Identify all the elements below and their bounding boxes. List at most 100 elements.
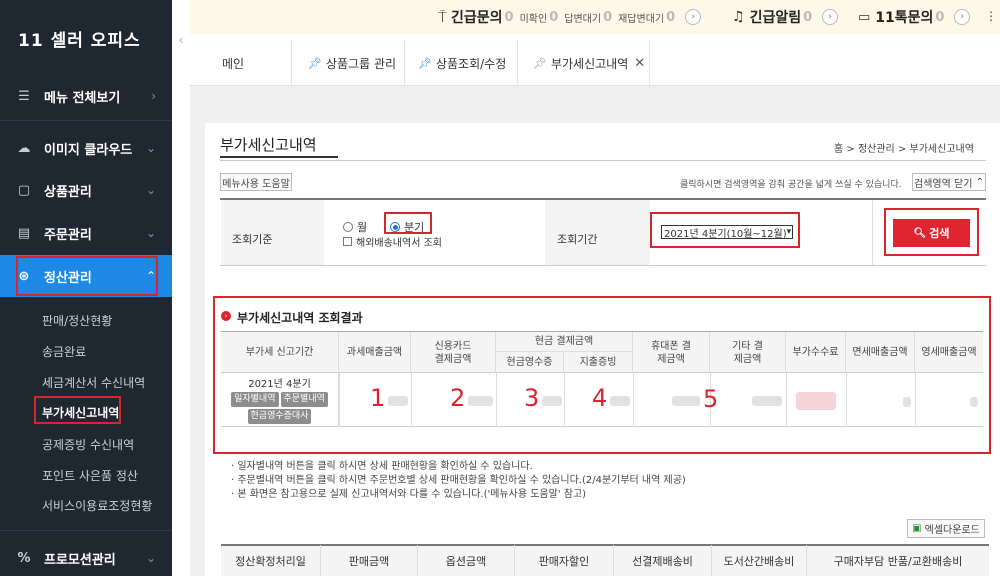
note-line: · 본 화면은 참고용으로 실제 신고내역서와 다를 수 있습니다.('메뉴사용…	[231, 489, 587, 500]
sidebar-item-orders[interactable]: ▤ 주문관리 ⌄	[0, 213, 172, 253]
breadcrumb: 홈 > 정산관리 > 부가세신고내역	[834, 144, 974, 155]
row-period: 2021년 4분기	[248, 379, 311, 390]
order-detail-button[interactable]: 주문별내역	[280, 392, 328, 407]
collapse-search-label: 검색영역 닫기	[914, 178, 973, 190]
redacted-value	[796, 392, 836, 410]
submenu-remittance[interactable]: 송금완료	[42, 343, 86, 360]
submenu-point-gift[interactable]: 포인트 사은품 정산	[42, 467, 138, 484]
reanswer-label: 재답변대기	[618, 13, 665, 25]
submenu-sales-status[interactable]: 판매/정산현황	[42, 312, 112, 329]
top-bar: ⍑ 긴급문의 0 미확인 0 답변대기 0 재답변대기 0 › ♫ 긴급알림 0…	[190, 0, 1000, 34]
chevron-right-icon: ›	[151, 89, 156, 103]
chevron-down-icon: ⌄	[145, 226, 156, 240]
highlight-box	[34, 396, 121, 424]
breadcrumb-current: 부가세신고내역	[909, 144, 974, 155]
sidebar-collapse-button[interactable]: ‹	[172, 0, 190, 80]
urgent-alert-group[interactable]: ♫ 긴급알림 0 ›	[732, 0, 839, 34]
list-icon: ▤	[17, 225, 31, 241]
overseas-label: 해외배송내역서 조회	[356, 238, 442, 249]
unconfirmed-label: 미확인	[519, 13, 548, 25]
divider	[564, 373, 565, 427]
help-button[interactable]: 메뉴사용 도움말	[220, 173, 292, 191]
more-icon[interactable]: ⋮	[985, 9, 997, 23]
highlight-box	[650, 212, 800, 248]
submenu-tax-invoice[interactable]: 세금계산서 수신내역	[42, 374, 145, 391]
cloud-icon: ☁	[17, 140, 31, 156]
annotation-4: 4	[592, 384, 608, 412]
redacted-value	[672, 396, 700, 406]
bell-icon: ♫	[732, 9, 745, 25]
chevron-right-icon[interactable]: ›	[685, 9, 702, 25]
submenu-deduction[interactable]: 공제증빙 수신내역	[42, 436, 134, 453]
header-mobile: 휴대폰 결제금액	[633, 332, 710, 373]
menu-all-button[interactable]: ☰ 메뉴 전체보기 ›	[0, 76, 172, 116]
pin-icon: 📌︎	[308, 56, 322, 70]
daily-detail-button[interactable]: 일자별내역	[231, 392, 279, 407]
chevron-left-icon: ‹	[178, 33, 184, 47]
header-confirm-date: 정산확정처리일	[221, 545, 321, 576]
pin-icon: 📌︎	[418, 56, 432, 70]
annotation-1: 1	[370, 384, 386, 412]
radio-month[interactable]: 월	[343, 219, 367, 235]
tab-label: 메인	[222, 56, 245, 71]
hamburger-icon: ☰	[18, 88, 30, 104]
header-vat-fee: 부가수수료	[786, 332, 846, 373]
chevron-right-icon[interactable]: ›	[822, 9, 839, 25]
megaphone-icon: ⍑	[438, 8, 448, 26]
overseas-checkbox[interactable]: 해외배송내역서 조회	[343, 234, 442, 249]
tab-vat-report[interactable]: 📌︎ 부가세신고내역 ✕	[533, 40, 645, 86]
header-cash: 현금 결제금액	[496, 332, 633, 352]
sidebar-item-image-cloud[interactable]: ☁ 이미지 클라우드 ⌄	[0, 128, 172, 168]
excel-icon: ▣	[912, 523, 922, 534]
divider	[786, 373, 787, 427]
redacted-value	[610, 396, 630, 406]
sidebar-item-label: 상품관리	[44, 184, 92, 200]
divider	[915, 373, 916, 427]
divider	[872, 200, 873, 265]
tab-product-search[interactable]: 📌︎ 상품조회/수정	[418, 40, 506, 86]
talk-group[interactable]: ▭ 11톡문의 0 ›	[858, 0, 971, 34]
talk-count: 0	[935, 9, 945, 25]
excel-download-label: 엑셀다운로드	[924, 525, 980, 536]
breadcrumb-settlement[interactable]: 정산관리	[858, 144, 895, 155]
radio-icon	[343, 222, 353, 232]
urgent-inquiry-group[interactable]: ⍑ 긴급문의 0 미확인 0 답변대기 0 재답변대기 0 ›	[438, 0, 702, 34]
unconfirmed-count: 0	[549, 9, 559, 25]
redacted-value	[903, 397, 911, 407]
menu-all-label: 메뉴 전체보기	[44, 90, 121, 106]
collapse-hint: 클릭하시면 검색영역을 감춰 공간을 넓게 쓰실 수 있습니다.	[680, 180, 902, 190]
row-period-cell: 2021년 4분기 일자별내역 주문별내역 현금영수증대사	[221, 373, 339, 427]
urgent-alert-label: 긴급알림	[749, 10, 802, 26]
chevron-up-icon: ⌃	[975, 176, 984, 188]
highlight-box	[384, 212, 432, 234]
divider	[496, 373, 497, 427]
pending-label: 답변대기	[564, 13, 602, 25]
result-title: 부가세신고내역 조회결과	[237, 311, 363, 325]
box-icon: ▢	[17, 182, 31, 198]
header-return-shipping: 구매자부담 반품/교환배송비	[833, 554, 963, 568]
sidebar: 11 셀러 오피스 ☰ 메뉴 전체보기 › ☁ 이미지 클라우드 ⌄ ▢ 상품관…	[0, 0, 172, 576]
excel-download-button[interactable]: ▣ 엑셀다운로드	[907, 519, 985, 538]
chevron-right-icon[interactable]: ›	[954, 9, 971, 25]
sidebar-item-label: 프로모션관리	[44, 552, 116, 568]
logo: 11 셀러 오피스	[18, 31, 141, 51]
header-sales-amount: 판매금액	[321, 545, 418, 576]
submenu-service-fee[interactable]: 서비스이용료조정현황	[42, 497, 152, 514]
sidebar-item-promotion[interactable]: % 프로모션관리 ⌄	[0, 538, 172, 578]
tab-product-group[interactable]: 📌︎ 상품그룹 관리	[308, 40, 396, 86]
note-line: · 일자별내역 버튼을 클릭 하시면 상세 판매현황을 확인하실 수 있습니다.	[231, 461, 533, 472]
pin-icon: 📌︎	[533, 56, 547, 70]
sidebar-item-label: 주문관리	[44, 227, 92, 243]
chevron-down-icon: ⌄	[145, 183, 156, 197]
header-exempt: 면세매출금액	[846, 332, 915, 373]
tab-main[interactable]: 메인	[222, 40, 244, 86]
collapse-search-button[interactable]: 검색영역 닫기 ⌃	[912, 173, 986, 191]
divider	[220, 160, 986, 161]
breadcrumb-home[interactable]: 홈	[834, 144, 843, 155]
close-icon[interactable]: ✕	[634, 56, 645, 71]
sidebar-item-products[interactable]: ▢ 상품관리 ⌄	[0, 170, 172, 210]
title-underline	[220, 156, 338, 158]
tab-label: 부가세신고내역	[550, 56, 629, 71]
period-label: 조회기간	[557, 233, 598, 246]
cash-receipt-button[interactable]: 현금영수증대사	[247, 409, 312, 424]
